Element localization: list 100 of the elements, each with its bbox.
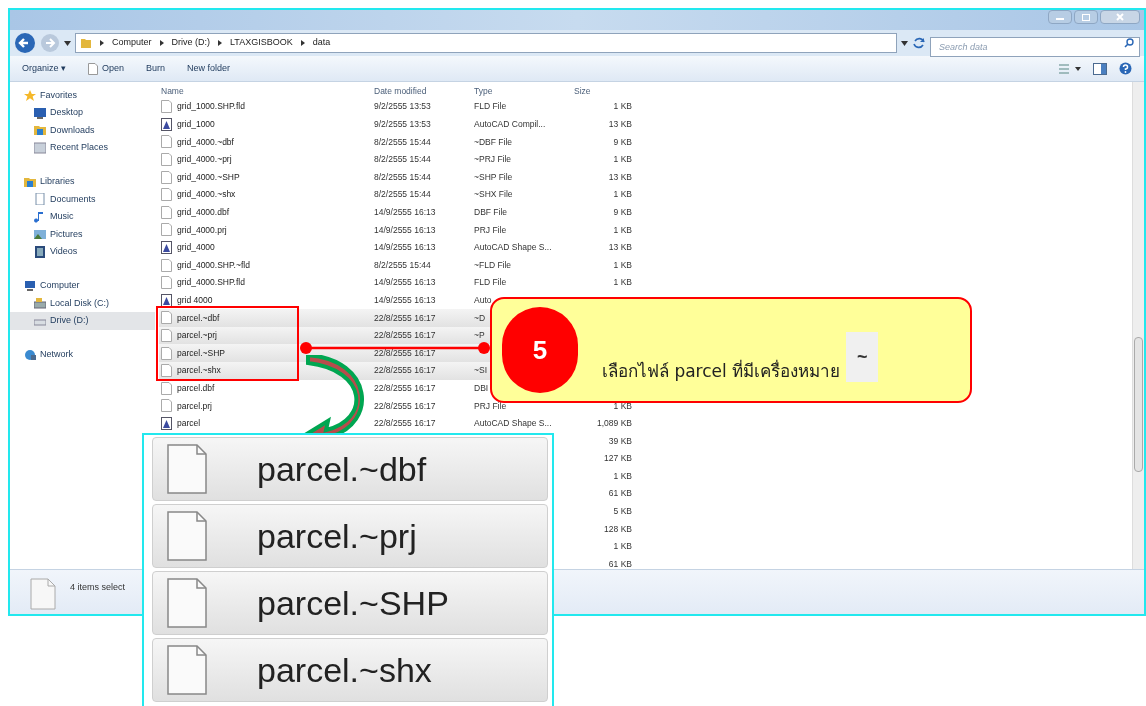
date-text: 22/8/2555 16:17	[374, 400, 436, 411]
column-header[interactable]: Type	[474, 84, 574, 98]
type-text: ~FLD File	[474, 259, 512, 270]
scrollbar[interactable]	[1132, 82, 1144, 569]
folder-icon	[34, 124, 46, 137]
sidebar-item[interactable]: Documents	[10, 190, 155, 208]
size-text: 127 KB	[604, 453, 632, 464]
help-icon[interactable]	[1119, 62, 1132, 75]
file-icon	[161, 276, 172, 290]
file-name: grid_4000.prj	[177, 223, 227, 237]
sidebar-item[interactable]: Videos	[10, 243, 155, 261]
type-text: PRJ File	[474, 400, 507, 411]
chevron-icon[interactable]	[218, 40, 222, 46]
preview-pane-icon[interactable]	[1093, 62, 1107, 75]
music-note-icon	[34, 210, 46, 223]
sidebar-group[interactable]: Libraries	[24, 173, 155, 191]
sidebar-item[interactable]: Local Disk (C:)	[10, 294, 155, 312]
date-text: 14/9/2555 16:13	[374, 294, 436, 305]
type-text: DBI	[474, 382, 489, 393]
file-row[interactable]: grid_4000.~dbf 8/2/2555 15:44 ~DBF File 9 KB	[159, 133, 634, 151]
file-name: grid_4000.SHP.fld	[177, 276, 245, 290]
file-icon	[161, 258, 172, 272]
status-text: 4 items select	[70, 581, 126, 594]
file-name: parcel.~dbf	[257, 448, 427, 490]
size-text: 1 KB	[613, 101, 632, 112]
file-row[interactable]: grid_1000 9/2/2555 13:53 AutoCAD Compil... 13 KB	[159, 115, 634, 134]
sidebar-item[interactable]: Drive (D:)	[10, 312, 155, 330]
date-text: 8/2/2555 15:44	[374, 136, 431, 147]
refresh-icon[interactable]	[912, 36, 926, 50]
type-text: ~P	[474, 330, 485, 341]
file-name: parcel.~prj	[257, 515, 417, 557]
caret-icon[interactable]	[901, 40, 908, 46]
file-icon	[167, 645, 207, 695]
file-icon	[161, 188, 172, 202]
file-icon	[167, 444, 207, 494]
size-text: 13 KB	[608, 119, 632, 129]
sidebar-item[interactable]: Desktop	[10, 104, 155, 122]
back-icon[interactable]	[14, 32, 36, 54]
date-text: 22/8/2555 16:17	[374, 312, 436, 323]
file-icon	[161, 364, 172, 378]
document-icon	[34, 193, 46, 206]
caret-icon[interactable]	[64, 40, 71, 46]
file-name: parcel.~shx	[177, 364, 221, 378]
address-field[interactable]: Computer Drive (D:) LTAXGISBOOK data	[75, 33, 897, 53]
file-row[interactable]: grid_4000.prj 14/9/2555 16:13 PRJ File 1 KB	[159, 221, 634, 239]
file-name: grid 4000	[177, 293, 213, 307]
type-text: DBF File	[474, 207, 508, 217]
file-row[interactable]: grid_4000 14/9/2555 16:13 AutoCAD Shape S... 13 KB	[159, 238, 634, 257]
breadcrumb-item[interactable]: LTAXGISBOOK	[230, 36, 293, 50]
file-row[interactable]: grid_4000.SHP.~fld 8/2/2555 15:44 ~FLD File 1 KB	[159, 256, 634, 274]
file-name: parcel.~dbf	[177, 311, 220, 325]
column-header[interactable]: Date modified	[374, 84, 474, 98]
date-text: 8/2/2555 15:44	[374, 171, 431, 182]
size-text: 1,089 KB	[597, 418, 632, 429]
toolbar-button[interactable]: New folder	[187, 61, 231, 76]
file-row[interactable]: grid_4000.~prj 8/2/2555 15:44 ~PRJ File 1 KB	[159, 150, 634, 169]
file-row[interactable]: grid_4000.SHP.fld 14/9/2555 16:13 FLD File 1 KB	[159, 273, 634, 292]
sidebar-item[interactable]: Downloads	[10, 121, 155, 139]
toolbar-button[interactable]: Open	[88, 61, 125, 76]
chevron-icon[interactable]	[300, 40, 305, 46]
sidebar-group[interactable]: Computer	[24, 277, 155, 295]
file-row[interactable]: parcel.prj 22/8/2555 16:17 PRJ File 1 KB	[159, 397, 634, 415]
file-icon	[161, 346, 172, 360]
chevron-icon[interactable]	[159, 40, 164, 46]
toolbar-button[interactable]: Organize ▾	[22, 61, 67, 76]
file-icon	[167, 511, 207, 561]
file-row[interactable]: grid_4000.~shx 8/2/2555 15:44 ~SHX File 1 KB	[159, 185, 634, 204]
column-header[interactable]: Size	[574, 84, 632, 98]
breadcrumb-item[interactable]: data	[312, 36, 331, 50]
file-name: grid_4000	[177, 241, 215, 254]
sidebar-item[interactable]: Music	[10, 208, 155, 226]
file-row[interactable]: grid_1000.SHP.fld 9/2/2555 13:53 FLD File 1 KB	[159, 98, 634, 116]
search-field[interactable]: Search data	[930, 37, 1140, 57]
column-header[interactable]: Name	[159, 84, 374, 98]
sidebar-group[interactable]: Favorites	[24, 87, 155, 104]
file-row[interactable]: grid_4000.dbf 14/9/2555 16:13 DBF File 9 KB	[159, 203, 634, 222]
sidebar-item[interactable]: Recent Places	[10, 139, 155, 157]
toolbar-button[interactable]: Burn	[146, 61, 166, 76]
size-text: 1 KB	[613, 224, 632, 235]
file-name: grid_1000	[177, 118, 215, 131]
sidebar-group[interactable]: Network	[24, 346, 155, 364]
type-text: ~PRJ File	[474, 154, 512, 165]
folder-icon	[24, 176, 36, 188]
chevron-icon[interactable]	[100, 40, 104, 46]
type-text: ~D	[474, 312, 486, 323]
file-row[interactable]: grid_4000.~SHP 8/2/2555 15:44 ~SHP File 13 KB	[159, 168, 634, 186]
file-row[interactable]: parcel 22/8/2555 16:17 AutoCAD Shape S... 1,089 KB	[159, 414, 634, 433]
monitor-icon	[24, 280, 36, 292]
size-text: 39 KB	[608, 435, 632, 446]
file-icon	[161, 311, 172, 325]
file-icon	[161, 205, 172, 219]
breadcrumb-item[interactable]: Computer	[112, 36, 152, 50]
scrollbar-thumb[interactable]	[1134, 337, 1143, 472]
file-row[interactable]: grid 4000 14/9/2555 16:13 Auto	[159, 291, 634, 310]
date-text: 14/9/2555 16:13	[374, 242, 436, 253]
size-text: 61 KB	[608, 488, 632, 499]
sidebar-item[interactable]: Pictures	[10, 225, 155, 243]
size-text: 13 KB	[608, 242, 632, 253]
breadcrumb-item[interactable]: Drive (D:)	[171, 36, 210, 50]
view-options-icon[interactable]	[1059, 63, 1081, 74]
